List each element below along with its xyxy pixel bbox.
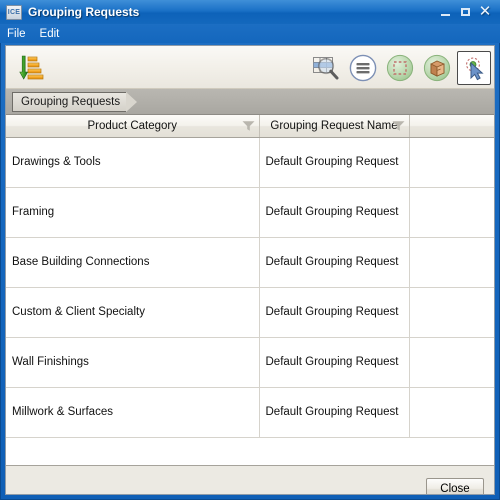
table-row[interactable]: Wall Finishings Default Grouping Request — [6, 337, 494, 388]
menu-bar: File Edit — [0, 24, 500, 43]
cell-grouping-request-name: Default Grouping Request — [259, 187, 410, 238]
window-title: Grouping Requests — [28, 5, 140, 19]
table-row[interactable]: Drawings & Tools Default Grouping Reques… — [6, 137, 494, 188]
application-window: ICE Grouping Requests ✕ File Edit Groupi… — [0, 0, 500, 500]
box-3d-icon — [423, 54, 451, 81]
column-header-label: Product Category — [87, 119, 178, 132]
cell-product-category: Custom & Client Specialty — [6, 287, 260, 338]
column-header-spacer — [409, 115, 494, 138]
list-menu-icon — [349, 54, 377, 81]
table-body: Drawings & Tools Default Grouping Reques… — [6, 137, 494, 438]
breadcrumb-item-label: Grouping Requests — [21, 95, 121, 108]
toolbar-left-group — [12, 50, 52, 86]
cell-product-category: Framing — [6, 187, 260, 238]
grouping-requests-table: Product Category Grouping Request Name D… — [6, 115, 494, 438]
grid-search-icon — [313, 56, 339, 79]
breadcrumb-chevron-icon — [126, 90, 139, 113]
table-row[interactable]: Framing Default Grouping Request — [6, 187, 494, 238]
table-row[interactable]: Base Building Connections Default Groupi… — [6, 237, 494, 288]
client-area: Grouping Requests Product Category Group… — [5, 45, 495, 495]
cell-grouping-request-name: Default Grouping Request — [259, 337, 410, 388]
close-window-icon[interactable]: ✕ — [478, 4, 492, 19]
grid-search-button[interactable] — [309, 51, 343, 85]
breadcrumb: Grouping Requests — [6, 89, 494, 115]
cell-grouping-request-name: Default Grouping Request — [259, 237, 410, 288]
sort-ascending-icon — [19, 55, 44, 80]
menu-item-file[interactable]: File — [7, 28, 26, 40]
close-button[interactable]: Close — [426, 478, 484, 494]
list-menu-button[interactable] — [346, 51, 380, 85]
table-row[interactable]: Custom & Client Specialty Default Groupi… — [6, 287, 494, 338]
column-header-label: Grouping Request Name — [270, 119, 398, 132]
cell-spacer — [409, 337, 494, 388]
table-header-row: Product Category Grouping Request Name — [6, 115, 494, 138]
cell-product-category: Wall Finishings — [6, 337, 260, 388]
marquee-select-icon — [386, 54, 414, 81]
cell-spacer — [409, 137, 494, 188]
pick-cursor-button[interactable] — [457, 50, 491, 85]
cell-product-category: Millwork & Surfaces — [6, 387, 260, 438]
maximize-icon[interactable] — [458, 5, 472, 19]
cell-product-category: Base Building Connections — [6, 237, 260, 288]
cell-spacer — [409, 237, 494, 288]
filter-funnel-icon[interactable] — [242, 120, 255, 131]
breadcrumb-item-grouping-requests[interactable]: Grouping Requests — [12, 91, 127, 112]
column-header-product-category[interactable]: Product Category — [6, 115, 260, 138]
toolbar-right-group — [309, 48, 491, 87]
sort-ascending-button[interactable] — [15, 51, 49, 85]
cell-spacer — [409, 187, 494, 238]
cell-grouping-request-name: Default Grouping Request — [259, 137, 410, 188]
cell-spacer — [409, 387, 494, 438]
table-row[interactable]: Millwork & Surfaces Default Grouping Req… — [6, 387, 494, 438]
footer-panel: Close — [6, 466, 494, 494]
data-grid: Product Category Grouping Request Name D… — [6, 115, 494, 466]
cell-grouping-request-name: Default Grouping Request — [259, 387, 410, 438]
column-header-grouping-request-name[interactable]: Grouping Request Name — [259, 115, 410, 138]
marquee-select-button[interactable] — [383, 51, 417, 85]
box-3d-button[interactable] — [420, 51, 454, 85]
toolbar — [6, 46, 494, 89]
minimize-icon[interactable] — [438, 5, 452, 19]
cell-grouping-request-name: Default Grouping Request — [259, 287, 410, 338]
title-bar: ICE Grouping Requests ✕ — [0, 0, 500, 24]
filter-funnel-icon[interactable] — [392, 120, 405, 131]
app-icon: ICE — [6, 4, 22, 20]
pick-cursor-icon — [466, 57, 484, 80]
window-controls: ✕ — [438, 4, 500, 19]
cell-spacer — [409, 287, 494, 338]
menu-item-edit[interactable]: Edit — [40, 28, 60, 40]
cell-product-category: Drawings & Tools — [6, 137, 260, 188]
